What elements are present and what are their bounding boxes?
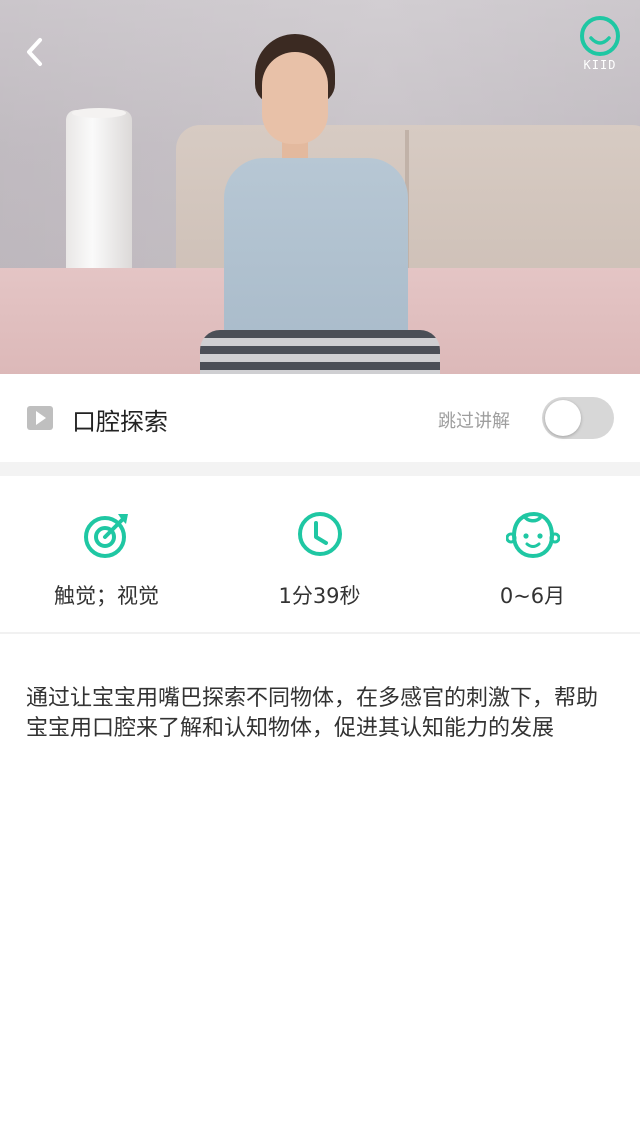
video-player[interactable]: KIID <box>0 0 640 374</box>
info-duration: 1分39秒 <box>213 476 426 632</box>
kiid-logo-icon: KIID <box>576 14 624 76</box>
info-age: 0~6月 <box>426 476 639 632</box>
video-presenter <box>200 30 440 374</box>
senses-text: 触觉；视觉 <box>54 584 159 608</box>
lesson-info: 触觉；视觉 1分39秒 0~6月 <box>0 476 640 634</box>
skip-intro-toggle[interactable] <box>542 397 614 439</box>
age-text: 0~6月 <box>499 584 566 608</box>
info-senses: 触觉；视觉 <box>0 476 213 632</box>
lesson-header: 口腔探索 跳过讲解 <box>0 374 640 476</box>
back-icon[interactable] <box>20 32 52 72</box>
clock-icon <box>297 512 342 556</box>
video-lamp-top <box>72 108 126 118</box>
toggle-knob <box>545 400 581 436</box>
presenter-pants <box>200 330 440 374</box>
presenter-shirt <box>224 158 408 358</box>
play-icon <box>26 405 54 431</box>
lesson-title: 口腔探索 <box>72 408 168 436</box>
duration-text: 1分39秒 <box>278 584 361 608</box>
baby-face-icon <box>505 512 560 558</box>
logo-text: KIID <box>583 58 617 72</box>
skip-intro-label: 跳过讲解 <box>438 411 510 432</box>
target-icon <box>83 514 128 558</box>
lesson-description: 通过让宝宝用嘴巴探索不同物体，在多感官的刺激下，帮助宝宝用口腔来了解和认知物体，… <box>26 686 599 741</box>
presenter-face <box>262 52 328 144</box>
